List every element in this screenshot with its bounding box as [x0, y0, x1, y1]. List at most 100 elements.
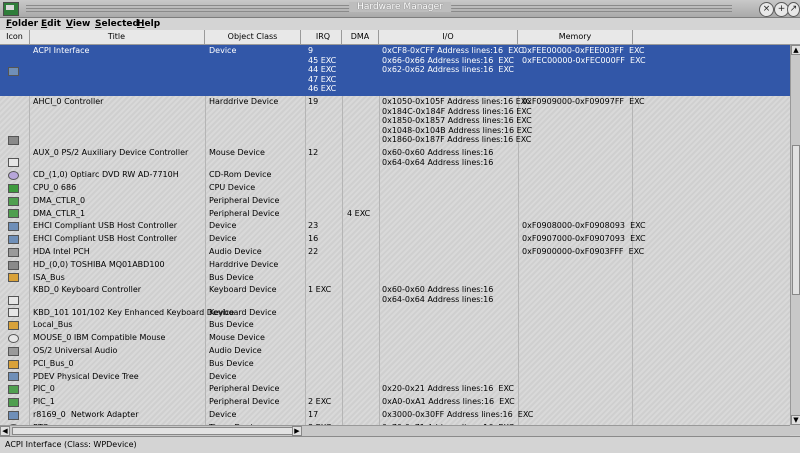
menu-selected[interactable]: Selected — [95, 18, 139, 30]
network-icon — [8, 410, 19, 420]
title-cell: Local_Bus — [33, 320, 73, 330]
col-dma[interactable]: DMA — [342, 30, 379, 44]
title-cell: EHCI Compliant USB Host Controller — [33, 234, 178, 244]
title-cell: PCI_Bus_0 — [33, 358, 74, 368]
computer-icon — [8, 66, 19, 76]
scroll-right-icon[interactable]: ▶ — [292, 426, 302, 436]
memory-cell: 0xFEE00000-0xFEE003FF EXC 0xFEC00000-0xF… — [522, 46, 646, 65]
class-cell: Device — [209, 234, 237, 244]
scroll-thumb[interactable] — [792, 145, 800, 295]
table-row[interactable]: AUX_0 PS/2 Auxiliary Device Controller Mo… — [0, 147, 790, 169]
title-cell: ACPI Interface — [33, 46, 90, 55]
col-icon[interactable]: Icon — [0, 30, 30, 44]
table-row[interactable]: DMA_CTLR_1 Peripheral Device 4 EXC — [0, 208, 790, 221]
scroll-corner — [790, 425, 800, 435]
table-row[interactable]: KBD_0 Keyboard Controller Keyboard Device… — [0, 284, 790, 306]
scroll-up-icon[interactable]: ▲ — [791, 45, 800, 55]
menu-folder[interactable]: Folder — [6, 18, 38, 30]
table-row[interactable]: EHCI Compliant USB Host Controller Device… — [0, 233, 790, 246]
irq-cell: 19 — [308, 97, 319, 106]
table-row[interactable]: AHCI_0 Controller Harddrive Device 19 0x105… — [0, 96, 790, 147]
class-cell: Harddrive Device — [209, 97, 279, 106]
class-cell: Keyboard Device — [209, 307, 277, 317]
table-row[interactable]: CPU_0 686 CPU Device — [0, 182, 790, 195]
computer-icon — [8, 372, 19, 382]
io-cell: 0x60-0x60 Address lines:16 0x64-0x64 Add… — [382, 285, 494, 304]
table-row[interactable]: PIC_0 Peripheral Device 0x20-0x21 Address … — [0, 383, 790, 396]
table-row[interactable]: HDA Intel PCH Audio Device 22 0xF0900000-0x… — [0, 246, 790, 259]
status-bar: ACPI Interface (Class: WPDevice) — [0, 436, 800, 453]
table-row[interactable]: r8169_0 Network Adapter Device 17 0x3000-0x… — [0, 409, 790, 422]
io-cell: 0xA0-0xA1 Address lines:16 EXC — [382, 397, 515, 407]
col-memory[interactable]: Memory — [518, 30, 633, 44]
table-row[interactable]: ISA_Bus Bus Device — [0, 272, 790, 285]
scroll-down-icon[interactable]: ▼ — [791, 415, 800, 425]
dma-cell: 4 EXC — [347, 208, 371, 218]
system-menu-icon[interactable] — [3, 2, 19, 16]
table-row[interactable]: PCI_Bus_0 Bus Device — [0, 358, 790, 371]
menu-bar: Folder Edit View Selected Help — [0, 18, 800, 30]
title-cell: MOUSE_0 IBM Compatible Mouse — [33, 333, 166, 343]
col-title[interactable]: Title — [29, 30, 205, 44]
col-io[interactable]: I/O — [379, 30, 518, 44]
table-row[interactable]: HD_(0,0) TOSHIBA MQ01ABD100 Harddrive Dev… — [0, 259, 790, 272]
table-row[interactable]: PDEV Physical Device Tree Device — [0, 371, 790, 384]
device-list[interactable]: ACPI Interface Device 9 45 EXC 44 EXC 47 E… — [0, 45, 790, 425]
class-cell: Peripheral Device — [209, 208, 280, 218]
title-cell: EHCI Compliant USB Host Controller — [33, 221, 178, 231]
class-cell: Audio Device — [209, 247, 262, 256]
title-cell: PIC_0 — [33, 384, 55, 394]
col-irq[interactable]: IRQ — [305, 30, 342, 44]
menu-edit[interactable]: Edit — [41, 18, 61, 30]
restore-button[interactable]: ↗ — [787, 2, 800, 17]
title-cell: PIC_1 — [33, 397, 55, 407]
table-row[interactable]: Local_Bus Bus Device — [0, 319, 790, 332]
col-class[interactable]: Object Class — [205, 30, 301, 44]
menu-help[interactable]: Help — [137, 18, 160, 30]
speaker-icon — [8, 247, 19, 257]
class-cell: Mouse Device — [209, 333, 265, 343]
table-row[interactable]: CD_(1,0) Optiarc DVD RW AD-7710H CD-Rom D… — [0, 169, 790, 182]
table-row[interactable]: EHCI Compliant USB Host Controller Device… — [0, 220, 790, 233]
window-title: Hardware Manager — [349, 2, 451, 12]
io-cell: 0x1050-0x105F Address lines:16 EXC 0x184… — [382, 97, 533, 145]
bus-icon — [8, 273, 19, 283]
title-cell: OS/2 Universal Audio — [33, 346, 118, 355]
harddisk-icon — [8, 260, 19, 270]
io-cell: 0x3000-0x30FF Address lines:16 EXC — [382, 410, 534, 419]
class-cell: Device — [209, 410, 237, 419]
class-cell: Bus Device — [209, 272, 254, 282]
irq-cell: 23 — [308, 221, 319, 231]
cpu-icon — [8, 183, 19, 193]
hide-button[interactable]: × — [759, 2, 774, 17]
hscroll-thumb[interactable] — [12, 427, 302, 435]
irq-cell: 9 45 EXC 44 EXC 47 EXC 46 EXC — [308, 46, 337, 94]
table-row[interactable]: ACPI Interface Device 9 45 EXC 44 EXC 47 E… — [0, 45, 790, 96]
table-row[interactable]: PIC_1 Peripheral Device 2 EXC 0xA0-0xA1 Add… — [0, 396, 790, 409]
irq-cell: 17 — [308, 410, 319, 419]
class-cell: Bus Device — [209, 320, 254, 330]
speaker-icon — [8, 346, 19, 356]
title-cell: DMA_CTLR_0 — [33, 195, 86, 205]
title-bar[interactable]: Hardware Manager × + ↗ — [0, 0, 800, 18]
scroll-left-icon[interactable]: ◀ — [0, 426, 10, 436]
horizontal-scrollbar[interactable]: ◀ ▶ — [0, 425, 790, 436]
io-cell: 0x60-0x60 Address lines:16 0x64-0x64 Add… — [382, 148, 494, 167]
class-cell: Peripheral Device — [209, 397, 280, 407]
harddisk-icon — [8, 136, 19, 145]
menu-view[interactable]: View — [66, 18, 90, 30]
irq-cell: 1 EXC — [308, 285, 332, 295]
class-cell: Device — [209, 46, 237, 55]
table-row[interactable]: KBD_101 101/102 Key Enhanced Keyboard De… — [0, 307, 790, 320]
title-cell: HDA Intel PCH — [33, 247, 90, 256]
title-cell: AUX_0 PS/2 Auxiliary Device Controller — [33, 148, 189, 157]
class-cell: CD-Rom Device — [209, 170, 272, 180]
table-row[interactable]: MOUSE_0 IBM Compatible Mouse Mouse Device — [0, 332, 790, 345]
vertical-scrollbar[interactable]: ▲ ▼ — [790, 45, 800, 425]
table-row[interactable]: OS/2 Universal Audio Audio Device — [0, 345, 790, 358]
class-cell: Device — [209, 221, 237, 231]
irq-cell: 22 — [308, 247, 319, 256]
card-icon — [8, 209, 19, 219]
table-row[interactable]: DMA_CTLR_0 Peripheral Device — [0, 195, 790, 208]
title-cell: CD_(1,0) Optiarc DVD RW AD-7710H — [33, 170, 179, 180]
